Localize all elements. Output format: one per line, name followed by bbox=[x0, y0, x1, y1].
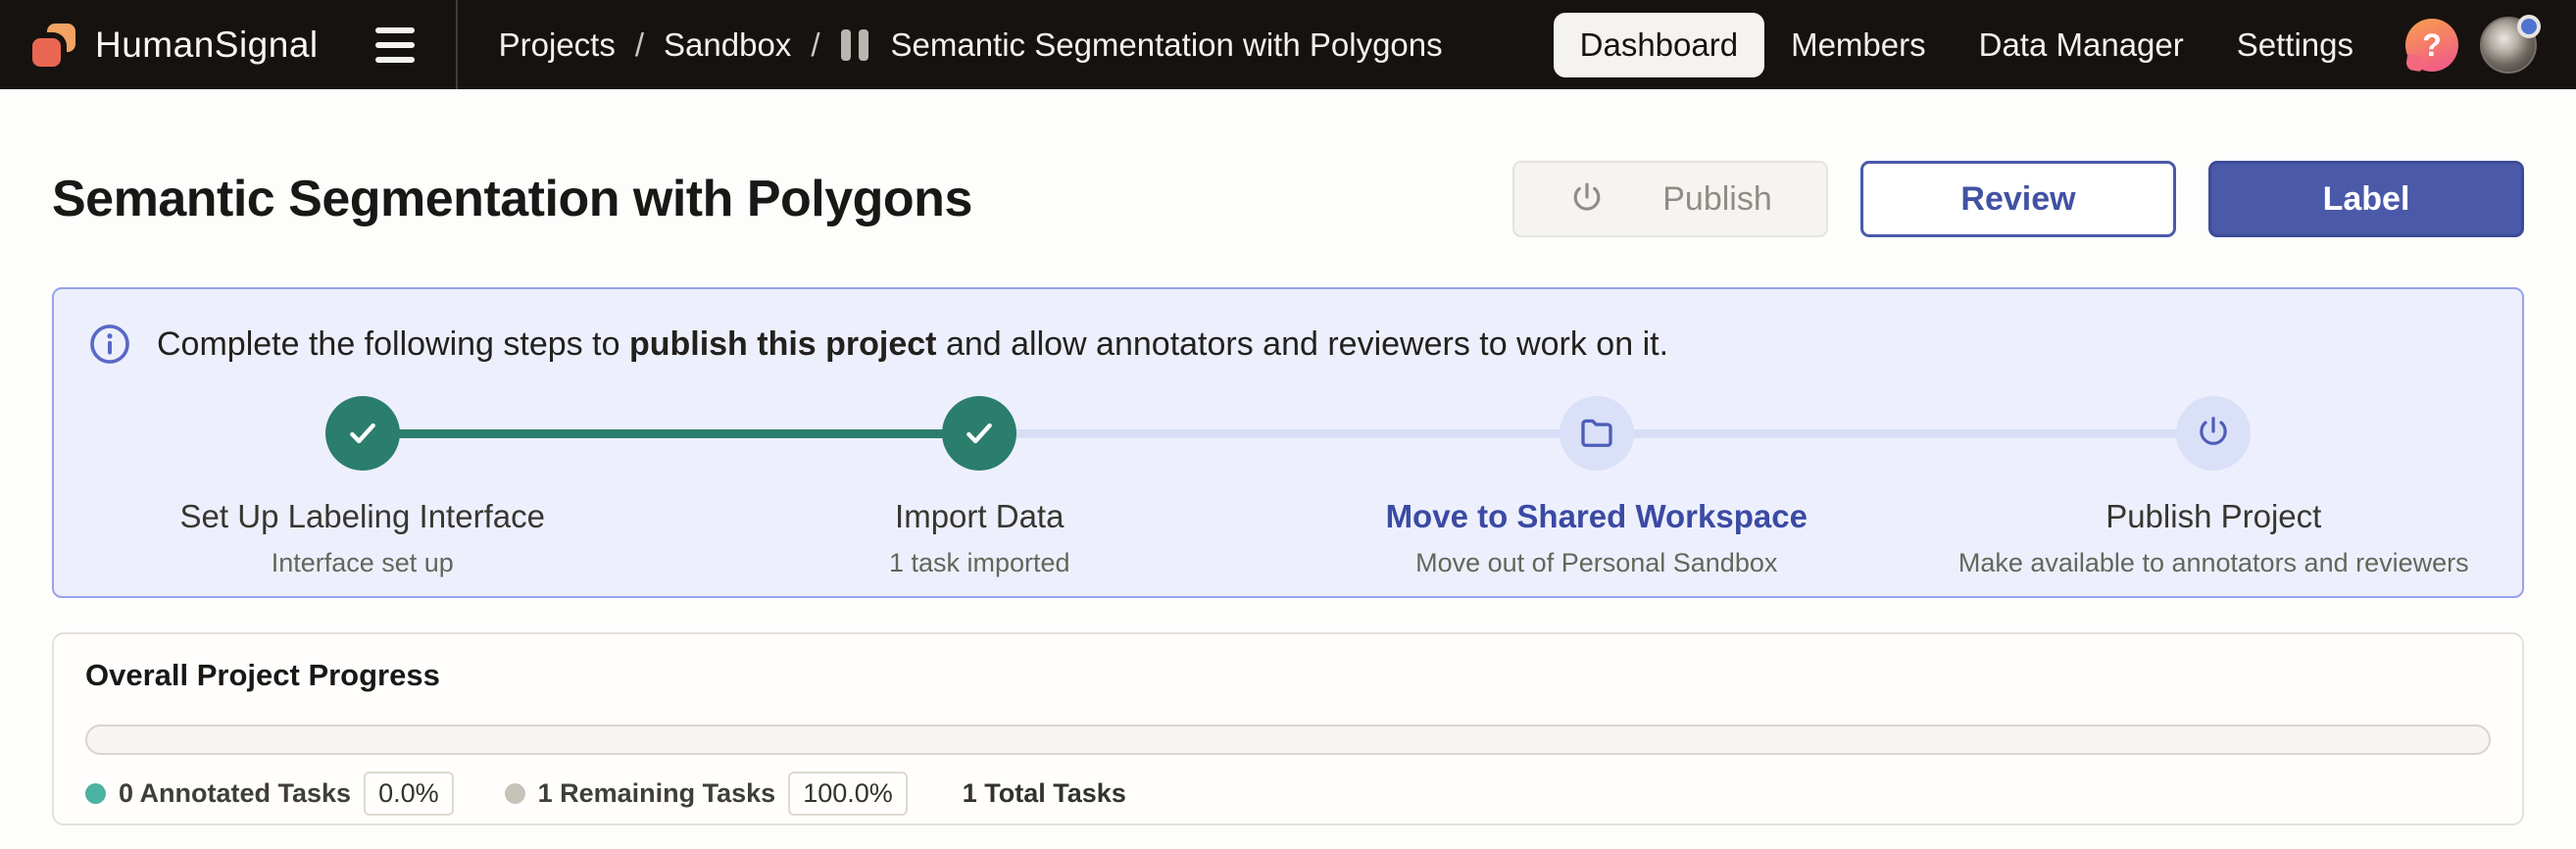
avatar-status-badge bbox=[2517, 15, 2541, 38]
header-buttons: Publish Review Label bbox=[1512, 161, 2524, 237]
hamburger-menu-icon[interactable] bbox=[375, 27, 415, 63]
info-icon bbox=[87, 322, 132, 367]
step-subtitle: Interface set up bbox=[272, 548, 454, 578]
breadcrumb-project-name: Semantic Segmentation with Polygons bbox=[890, 26, 1442, 64]
power-icon bbox=[1568, 180, 1606, 218]
review-button-label: Review bbox=[1960, 180, 2075, 219]
help-icon[interactable]: ? bbox=[2405, 19, 2458, 72]
nav-tab-data-manager[interactable]: Data Manager bbox=[1953, 13, 2210, 77]
check-icon bbox=[343, 414, 382, 453]
breadcrumb-separator: / bbox=[811, 26, 819, 64]
remaining-tasks-label: 1 Remaining Tasks bbox=[538, 778, 776, 809]
navbar-divider bbox=[456, 0, 458, 89]
navbar-right: Dashboard Members Data Manager Settings … bbox=[1554, 13, 2537, 77]
breadcrumb-sandbox[interactable]: Sandbox bbox=[664, 26, 791, 64]
step-subtitle: 1 task imported bbox=[889, 548, 1070, 578]
label-button[interactable]: Label bbox=[2208, 161, 2524, 237]
step-circle-done bbox=[325, 396, 400, 471]
humansignal-logo-icon bbox=[30, 22, 77, 69]
annotated-percent-badge: 0.0% bbox=[364, 772, 454, 816]
project-columns-icon bbox=[841, 29, 868, 61]
publish-button[interactable]: Publish bbox=[1512, 161, 1828, 237]
banner-message: Complete the following steps to publish … bbox=[54, 322, 2522, 367]
annotated-tasks-label: 0 Annotated Tasks bbox=[119, 778, 351, 809]
remaining-dot-icon bbox=[505, 783, 525, 804]
step-import-data: Import Data 1 task imported bbox=[671, 396, 1289, 578]
nav-tab-dashboard[interactable]: Dashboard bbox=[1554, 13, 1764, 77]
progress-legend: 0 Annotated Tasks 0.0% 1 Remaining Tasks… bbox=[85, 772, 2491, 816]
banner-text: Complete the following steps to publish … bbox=[157, 325, 1668, 364]
page-title: Semantic Segmentation with Polygons bbox=[52, 170, 972, 228]
progress-card-title: Overall Project Progress bbox=[85, 658, 2491, 693]
nav-tab-settings[interactable]: Settings bbox=[2210, 13, 2380, 77]
step-circle-pending bbox=[1560, 396, 1634, 471]
folder-icon bbox=[1576, 413, 1617, 454]
nav-tab-members[interactable]: Members bbox=[1764, 13, 1953, 77]
step-title: Publish Project bbox=[2105, 498, 2321, 535]
logo-square-coral bbox=[32, 38, 61, 67]
brand[interactable]: HumanSignal bbox=[30, 22, 319, 69]
check-icon bbox=[960, 414, 999, 453]
help-question-mark: ? bbox=[2422, 29, 2442, 61]
step-circle-pending bbox=[2176, 396, 2251, 471]
page-header: Semantic Segmentation with Polygons Publ… bbox=[52, 160, 2524, 238]
user-avatar[interactable] bbox=[2480, 17, 2537, 74]
breadcrumb-projects[interactable]: Projects bbox=[499, 26, 616, 64]
brand-name: HumanSignal bbox=[95, 25, 319, 66]
label-button-label: Label bbox=[2323, 180, 2410, 219]
step-publish-project: Publish Project Make available to annota… bbox=[1906, 396, 2523, 578]
breadcrumb-separator: / bbox=[635, 26, 644, 64]
step-subtitle: Move out of Personal Sandbox bbox=[1415, 548, 1777, 578]
step-link-move-to-shared-workspace[interactable]: Move to Shared Workspace bbox=[1386, 498, 1808, 535]
step-title: Set Up Labeling Interface bbox=[180, 498, 545, 535]
annotated-dot-icon bbox=[85, 783, 106, 804]
step-move-to-shared-workspace: Move to Shared Workspace Move out of Per… bbox=[1288, 396, 1906, 578]
total-tasks-label: 1 Total Tasks bbox=[963, 778, 1126, 809]
progress-bar bbox=[85, 724, 2491, 755]
breadcrumb: Projects / Sandbox / Semantic Segmentati… bbox=[499, 26, 1443, 64]
step-subtitle: Make available to annotators and reviewe… bbox=[1958, 548, 2469, 578]
review-button[interactable]: Review bbox=[1860, 161, 2176, 237]
remaining-percent-badge: 100.0% bbox=[788, 772, 908, 816]
onboarding-stepper: Set Up Labeling Interface Interface set … bbox=[54, 396, 2522, 578]
overall-progress-card: Overall Project Progress 0 Annotated Tas… bbox=[52, 632, 2524, 825]
power-icon bbox=[2194, 414, 2233, 453]
step-setup-labeling-interface: Set Up Labeling Interface Interface set … bbox=[54, 396, 671, 578]
top-navbar: HumanSignal Projects / Sandbox / Semanti… bbox=[0, 0, 2576, 89]
publish-button-label: Publish bbox=[1662, 180, 1772, 219]
step-circle-done bbox=[942, 396, 1016, 471]
step-title: Import Data bbox=[895, 498, 1064, 535]
publish-steps-banner: Complete the following steps to publish … bbox=[52, 287, 2524, 598]
